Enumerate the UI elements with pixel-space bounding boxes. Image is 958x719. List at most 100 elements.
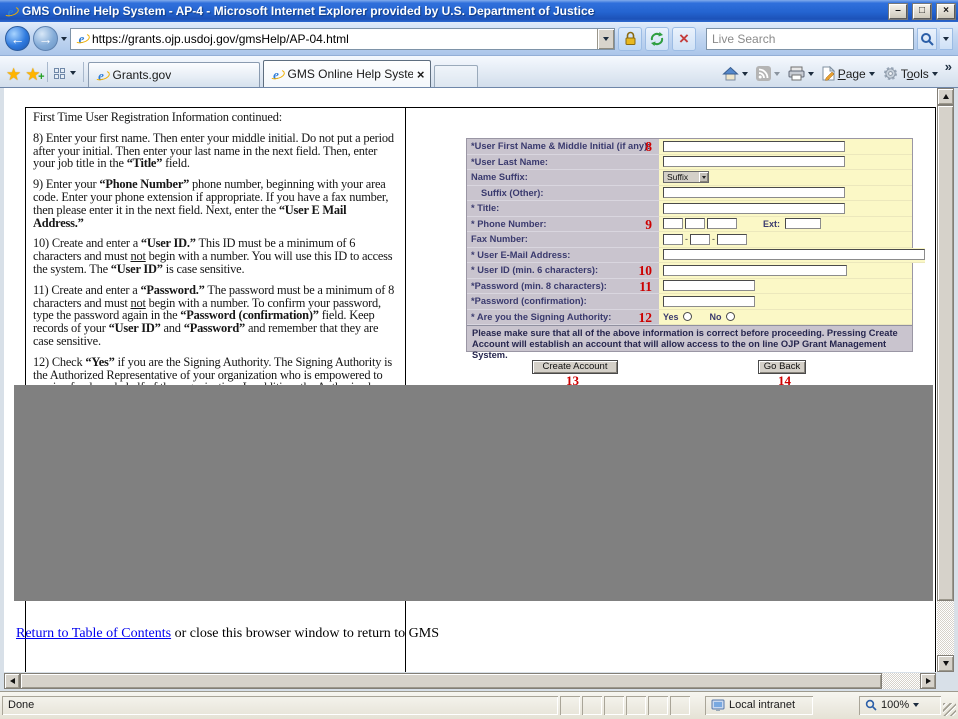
vertical-scrollbar bbox=[937, 88, 954, 672]
tab-favicon-icon: e bbox=[269, 67, 284, 82]
help-text: First Time User Registration Information… bbox=[33, 111, 399, 428]
form-label: Name Suffix: bbox=[467, 170, 659, 186]
security-zone: Local intranet bbox=[705, 696, 813, 715]
status-segment bbox=[604, 696, 624, 715]
form-label: * Are you the Signing Authority: 12 bbox=[467, 309, 659, 325]
print-button[interactable] bbox=[785, 65, 817, 82]
security-lock-button[interactable] bbox=[618, 26, 642, 51]
separator bbox=[46, 62, 48, 82]
form-row: * User ID (min. 6 characters): 10 bbox=[467, 263, 912, 279]
toolbar-overflow-chevron[interactable]: » bbox=[945, 59, 952, 74]
tools-menu-label: Tools bbox=[900, 66, 929, 81]
zoom-dropdown-icon[interactable] bbox=[913, 703, 920, 707]
restore-button[interactable]: □ bbox=[913, 3, 931, 19]
address-bar[interactable]: e https://grants.ojp.usdoj.gov/gmsHelp/A… bbox=[70, 27, 615, 50]
address-dropdown[interactable] bbox=[597, 28, 614, 49]
gear-icon bbox=[883, 66, 897, 81]
separator bbox=[82, 62, 84, 82]
status-segment bbox=[582, 696, 602, 715]
forward-button[interactable]: → bbox=[33, 26, 58, 51]
home-button[interactable] bbox=[719, 65, 751, 82]
dash: - bbox=[685, 234, 688, 245]
zoom-magnifier-icon bbox=[865, 699, 877, 711]
page-menu-button[interactable]: Page bbox=[819, 65, 878, 82]
page-content: First Time User Registration Information… bbox=[4, 88, 954, 672]
zoom-control[interactable]: 100% bbox=[859, 696, 941, 715]
window-title: GMS Online Help System - AP-4 - Microsof… bbox=[22, 4, 595, 18]
close-tab-icon[interactable]: × bbox=[417, 68, 425, 81]
minimize-button[interactable]: – bbox=[889, 3, 907, 19]
arrow-down-icon bbox=[942, 661, 949, 669]
form-field bbox=[659, 201, 912, 217]
status-segment bbox=[560, 696, 580, 715]
feeds-button[interactable] bbox=[753, 65, 783, 82]
vertical-scroll-thumb[interactable] bbox=[937, 105, 954, 601]
chevron-down-icon bbox=[773, 71, 780, 76]
horizontal-scroll-track[interactable] bbox=[882, 673, 920, 689]
back-button[interactable]: ← bbox=[5, 26, 30, 51]
form-label: *User First Name & Middle Initial (if an… bbox=[467, 139, 659, 155]
plus-icon: + bbox=[38, 71, 45, 83]
favorites-center-button[interactable]: ★ bbox=[6, 66, 21, 83]
add-favorite-button[interactable]: ★ + bbox=[25, 66, 44, 83]
form-label: *Password (min. 8 characters): 11 bbox=[467, 278, 659, 294]
form-row: Name Suffix: Suffix bbox=[467, 170, 912, 186]
form-note: Please make sure that all of the above i… bbox=[467, 325, 912, 360]
form-field bbox=[659, 154, 912, 170]
form-text-input bbox=[663, 295, 755, 307]
ext-label: Ext: bbox=[763, 218, 781, 229]
gray-redaction-block bbox=[14, 385, 933, 601]
form-text-input bbox=[690, 233, 710, 245]
form-label-text: *User Last Name: bbox=[471, 156, 548, 167]
stop-button[interactable]: × bbox=[672, 26, 696, 51]
resize-grip[interactable] bbox=[943, 703, 956, 716]
status-segment bbox=[648, 696, 668, 715]
new-tab-stub[interactable] bbox=[433, 65, 478, 87]
form-row: *User Last Name: bbox=[467, 154, 912, 170]
form-field bbox=[659, 185, 912, 201]
form-label: * User ID (min. 6 characters): 10 bbox=[467, 263, 659, 279]
form-row: * User E-Mail Address: bbox=[467, 247, 925, 263]
title-bar: e GMS Online Help System - AP-4 - Micros… bbox=[0, 0, 958, 22]
gms-form-rows: *User First Name & Middle Initial (if an… bbox=[467, 139, 925, 325]
horizontal-scroll-thumb[interactable] bbox=[20, 673, 882, 689]
search-options-dropdown[interactable] bbox=[940, 27, 953, 50]
close-button[interactable]: × bbox=[937, 3, 955, 19]
status-bar: Done Local intranet 100% bbox=[0, 691, 958, 719]
form-field: Yes No bbox=[659, 309, 912, 325]
radio-yes-icon bbox=[682, 312, 692, 322]
form-label: * Phone Number: 9 bbox=[467, 216, 659, 232]
chevron-down-icon bbox=[807, 71, 814, 76]
search-input[interactable]: Live Search bbox=[706, 27, 914, 50]
quick-tabs-button[interactable] bbox=[53, 68, 65, 79]
refresh-button[interactable] bbox=[645, 26, 669, 51]
form-label: Suffix (Other): bbox=[467, 185, 659, 201]
scroll-down-button[interactable] bbox=[937, 655, 954, 672]
help-paragraph: 10) Create and enter a “User ID.” This I… bbox=[33, 236, 393, 276]
site-favicon-icon: e bbox=[74, 31, 89, 46]
search-button[interactable] bbox=[917, 27, 937, 50]
scroll-right-button[interactable] bbox=[920, 673, 936, 689]
history-dropdown-icon[interactable] bbox=[61, 36, 67, 41]
help-paragraph: 11) Create and enter a “Password.” The p… bbox=[33, 282, 395, 348]
form-text-input bbox=[663, 140, 845, 152]
form-label-text: * User E-Mail Address: bbox=[471, 249, 571, 260]
tab-grants-gov[interactable]: e Grants.gov bbox=[87, 62, 260, 87]
form-label-text: Fax Number: bbox=[471, 234, 528, 245]
tools-menu-button[interactable]: Tools bbox=[880, 65, 941, 82]
form-text-input bbox=[663, 264, 847, 276]
page-menu-label: Page bbox=[837, 66, 866, 81]
form-field bbox=[659, 278, 912, 294]
intranet-icon bbox=[711, 699, 725, 711]
scroll-up-button[interactable] bbox=[937, 88, 954, 105]
tab-gms-help-active[interactable]: e GMS Online Help System ... × bbox=[262, 60, 431, 87]
dash: - bbox=[712, 234, 715, 245]
return-to-toc-link[interactable]: Return to Table of Contents bbox=[16, 626, 171, 641]
tab-label: Grants.gov bbox=[112, 68, 172, 82]
tab-list-dropdown[interactable] bbox=[69, 71, 76, 75]
form-step-number: 11 bbox=[639, 278, 652, 294]
form-field bbox=[659, 247, 925, 263]
vertical-scroll-track[interactable] bbox=[937, 601, 954, 655]
search-icon bbox=[921, 32, 934, 46]
scroll-left-button[interactable] bbox=[4, 673, 20, 689]
